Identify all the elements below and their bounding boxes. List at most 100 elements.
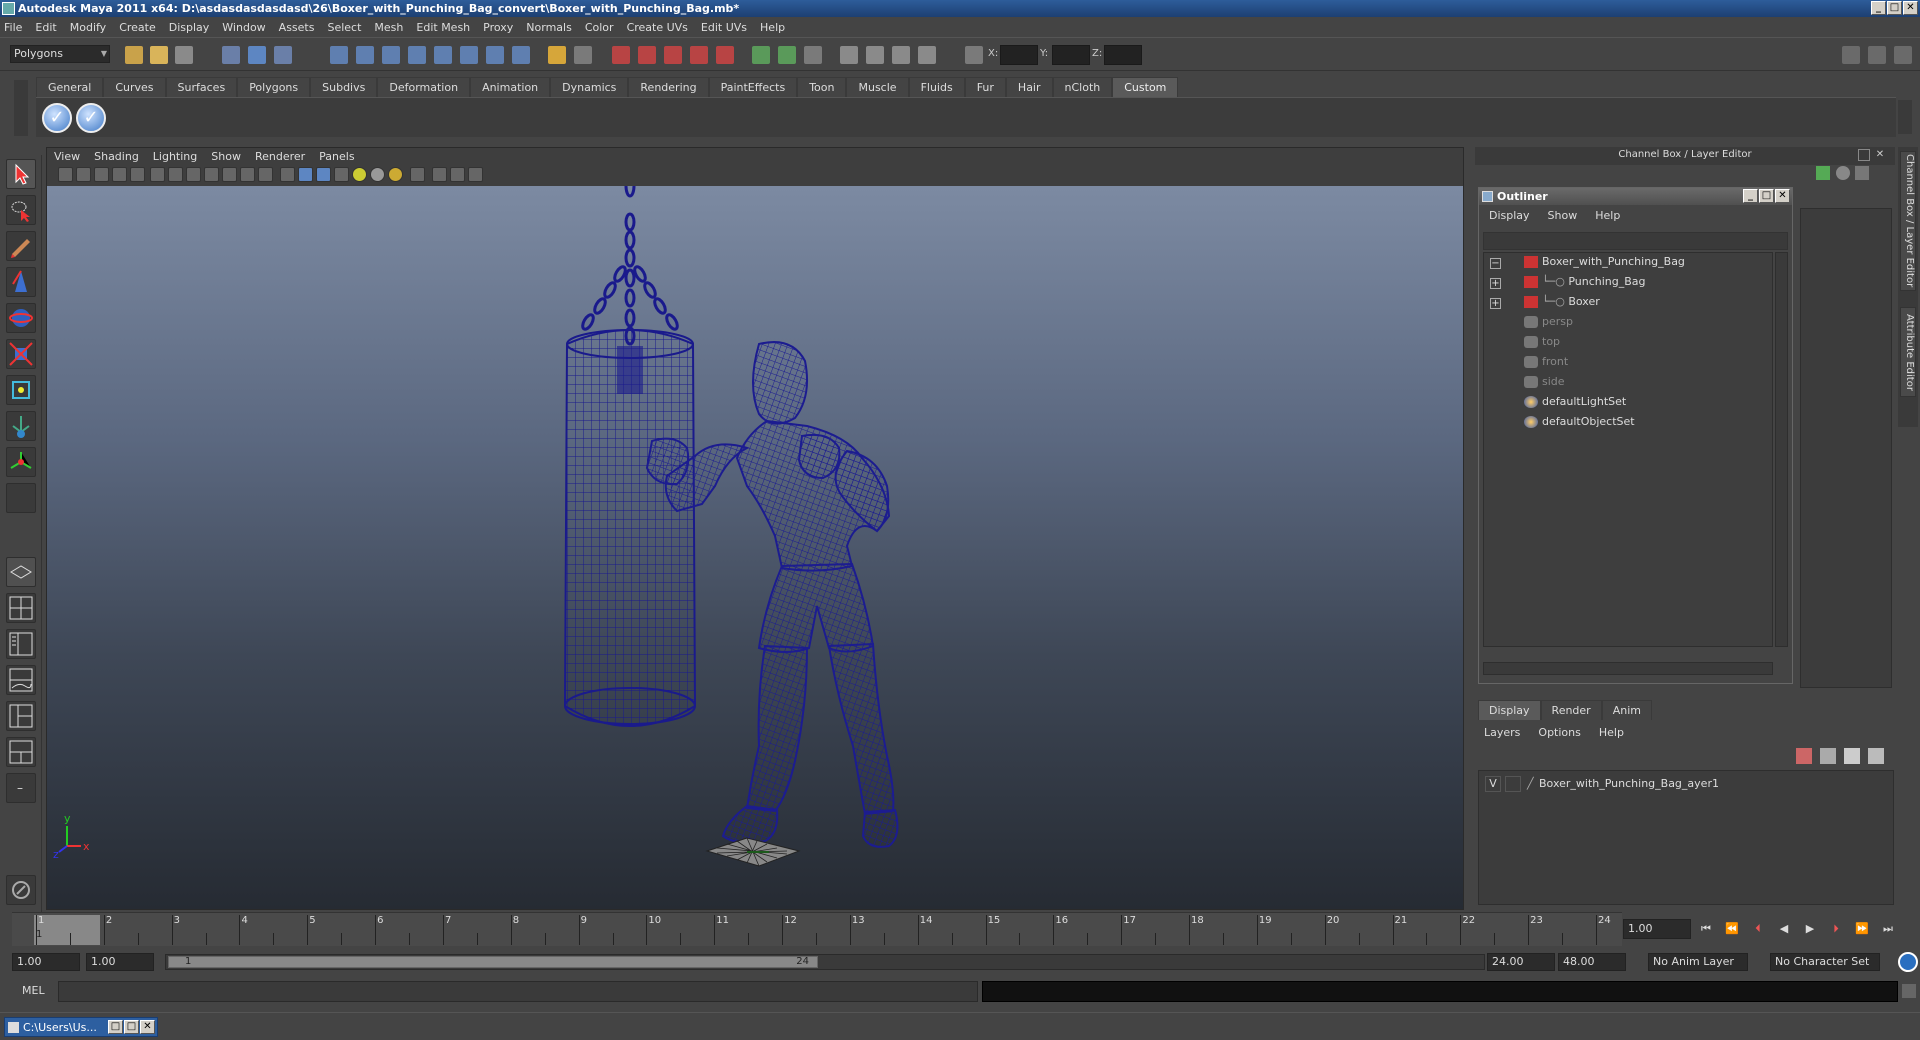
layer-visibility-toggle[interactable]: V — [1485, 776, 1501, 792]
four-pane-layout-icon[interactable] — [6, 593, 36, 623]
textured-icon[interactable] — [370, 167, 385, 182]
graph-editor-layout-icon[interactable] — [6, 737, 36, 767]
layout-options-icon[interactable]: – — [6, 773, 36, 803]
history-icon[interactable] — [460, 46, 478, 64]
viewport-menu-lighting[interactable]: Lighting — [153, 150, 197, 163]
2d-pan-zoom-icon[interactable] — [130, 167, 145, 182]
new-layer-selected-icon[interactable] — [1844, 748, 1860, 764]
menu-modify[interactable]: Modify — [70, 21, 106, 34]
outliner-item[interactable]: top — [1524, 333, 1560, 351]
viewport-menu-panels[interactable]: Panels — [319, 150, 354, 163]
layer-menu-help[interactable]: Help — [1599, 726, 1624, 739]
select-component-icon[interactable] — [274, 46, 292, 64]
safe-action-icon[interactable] — [240, 167, 255, 182]
outliner-item[interactable]: Boxer_with_Punching_Bag — [1524, 253, 1685, 271]
shelf-tab-polygons[interactable]: Polygons — [237, 77, 311, 97]
current-time-field[interactable]: 1.00 — [1623, 919, 1691, 939]
select-object-icon[interactable] — [248, 46, 266, 64]
character-set-dropdown[interactable]: No Character Set — [1770, 953, 1880, 971]
step-forward-key-icon[interactable]: ⏵ — [1828, 922, 1844, 936]
range-handle[interactable]: 1 24 — [168, 956, 818, 968]
display-icon[interactable] — [918, 46, 936, 64]
step-back-icon[interactable]: ⏪ — [1724, 922, 1740, 936]
expand-toggle[interactable]: + — [1490, 278, 1501, 289]
outliner-filter-field[interactable] — [1483, 232, 1788, 250]
shelf-tab-toon[interactable]: Toon — [797, 77, 847, 97]
menu-assets[interactable]: Assets — [279, 21, 315, 34]
input-field-icon[interactable] — [752, 46, 770, 64]
persp-graph-layout-icon[interactable] — [6, 665, 36, 695]
expand-toggle[interactable]: − — [1490, 258, 1501, 269]
close-button[interactable]: ✕ — [1903, 1, 1918, 15]
menu-edit[interactable]: Edit — [35, 21, 56, 34]
field-chart-icon[interactable] — [222, 167, 237, 182]
menu-mesh[interactable]: Mesh — [374, 21, 403, 34]
grid-toggle-icon[interactable] — [150, 167, 165, 182]
go-to-end-icon[interactable]: ⏭ — [1880, 922, 1896, 936]
high-quality-icon[interactable] — [432, 167, 447, 182]
new-scene-icon[interactable] — [125, 46, 143, 64]
play-forwards-icon[interactable]: ▶ — [1802, 922, 1818, 936]
shelf-tab-custom[interactable]: Custom — [1112, 77, 1179, 97]
render-ipr-icon[interactable] — [638, 46, 656, 64]
rotate-tool-icon[interactable] — [6, 303, 36, 333]
attribute-toggle-icon[interactable] — [804, 46, 822, 64]
new-layer-empty-icon[interactable] — [1796, 748, 1812, 764]
help-icon[interactable] — [512, 46, 530, 64]
expand-toggle[interactable]: + — [1490, 298, 1501, 309]
menu-create-uvs[interactable]: Create UVs — [627, 21, 688, 34]
outliner-item[interactable]: side — [1524, 373, 1565, 391]
tool-settings-toggle-icon[interactable] — [1894, 46, 1912, 64]
snap-view-plane-icon[interactable] — [408, 46, 426, 64]
channel-box-side-tab[interactable]: Channel Box / Layer Editor — [1900, 151, 1916, 291]
shelf-tab-ncloth[interactable]: nCloth — [1052, 77, 1113, 97]
paint-select-tool-icon[interactable] — [6, 231, 36, 261]
layer-playback-toggle[interactable] — [1505, 776, 1521, 792]
channel-box-float-icon[interactable] — [1858, 149, 1870, 161]
layer-tab-display[interactable]: Display — [1478, 700, 1541, 720]
shelf-check-button-1[interactable]: ✓ — [42, 103, 72, 133]
shadows-icon[interactable] — [450, 167, 465, 182]
lock-icon[interactable] — [548, 46, 566, 64]
x-field[interactable] — [1000, 45, 1038, 65]
go-to-start-icon[interactable]: ⏮ — [1698, 922, 1714, 936]
menu-proxy[interactable]: Proxy — [483, 21, 513, 34]
gate-mask-icon[interactable] — [204, 167, 219, 182]
attribute-editor-toggle-icon[interactable] — [1868, 46, 1886, 64]
channel-box-mode-icon[interactable] — [1836, 166, 1850, 180]
render-current-icon[interactable] — [612, 46, 630, 64]
shelf-tab-painteffects[interactable]: PaintEffects — [708, 77, 798, 97]
soft-modification-tool-icon[interactable] — [6, 411, 36, 441]
outliner-item[interactable]: front — [1524, 353, 1568, 371]
viewport-menu-renderer[interactable]: Renderer — [255, 150, 305, 163]
outliner-close-button[interactable]: ✕ — [1775, 189, 1790, 203]
image-plane-icon[interactable] — [112, 167, 127, 182]
menu-color[interactable]: Color — [585, 21, 614, 34]
viewport-menu-view[interactable]: View — [54, 150, 80, 163]
channel-box-toggle-icon[interactable] — [1842, 46, 1860, 64]
shelf-check-button-2[interactable]: ✓ — [76, 103, 106, 133]
shelf-tab-subdivs[interactable]: Subdivs — [310, 77, 378, 97]
step-forward-icon[interactable]: ⏩ — [1854, 922, 1870, 936]
layer-menu-options[interactable]: Options — [1538, 726, 1580, 739]
outliner-item[interactable]: persp — [1524, 313, 1573, 331]
start-time-field[interactable]: 1.00 — [12, 953, 80, 971]
wireframe-on-shaded-icon[interactable] — [316, 167, 331, 182]
y-field[interactable] — [1052, 45, 1090, 65]
script-editor-icon[interactable] — [1902, 984, 1916, 998]
persp-outliner-layout-icon[interactable] — [6, 629, 36, 659]
render-view-icon[interactable] — [716, 46, 734, 64]
last-tool-slot-icon[interactable] — [6, 483, 36, 513]
move-tool-icon[interactable] — [6, 267, 36, 297]
layer-row[interactable]: V ╱ Boxer_with_Punching_Bag_ayer1 — [1483, 775, 1888, 793]
shelf-tab-rendering[interactable]: Rendering — [628, 77, 709, 97]
minimized-window-item[interactable]: C:\Users\Us... □ □ ✕ — [4, 1017, 158, 1037]
select-tool-icon[interactable] — [6, 159, 36, 189]
outliner-menu-show[interactable]: Show — [1548, 209, 1578, 222]
viewport-menu-show[interactable]: Show — [211, 150, 241, 163]
minimized-close-button[interactable]: ✕ — [140, 1020, 155, 1034]
film-gate-icon[interactable] — [168, 167, 183, 182]
maximize-button[interactable]: □ — [1887, 1, 1902, 15]
outliner-menu-help[interactable]: Help — [1595, 209, 1620, 222]
menu-display[interactable]: Display — [169, 21, 210, 34]
